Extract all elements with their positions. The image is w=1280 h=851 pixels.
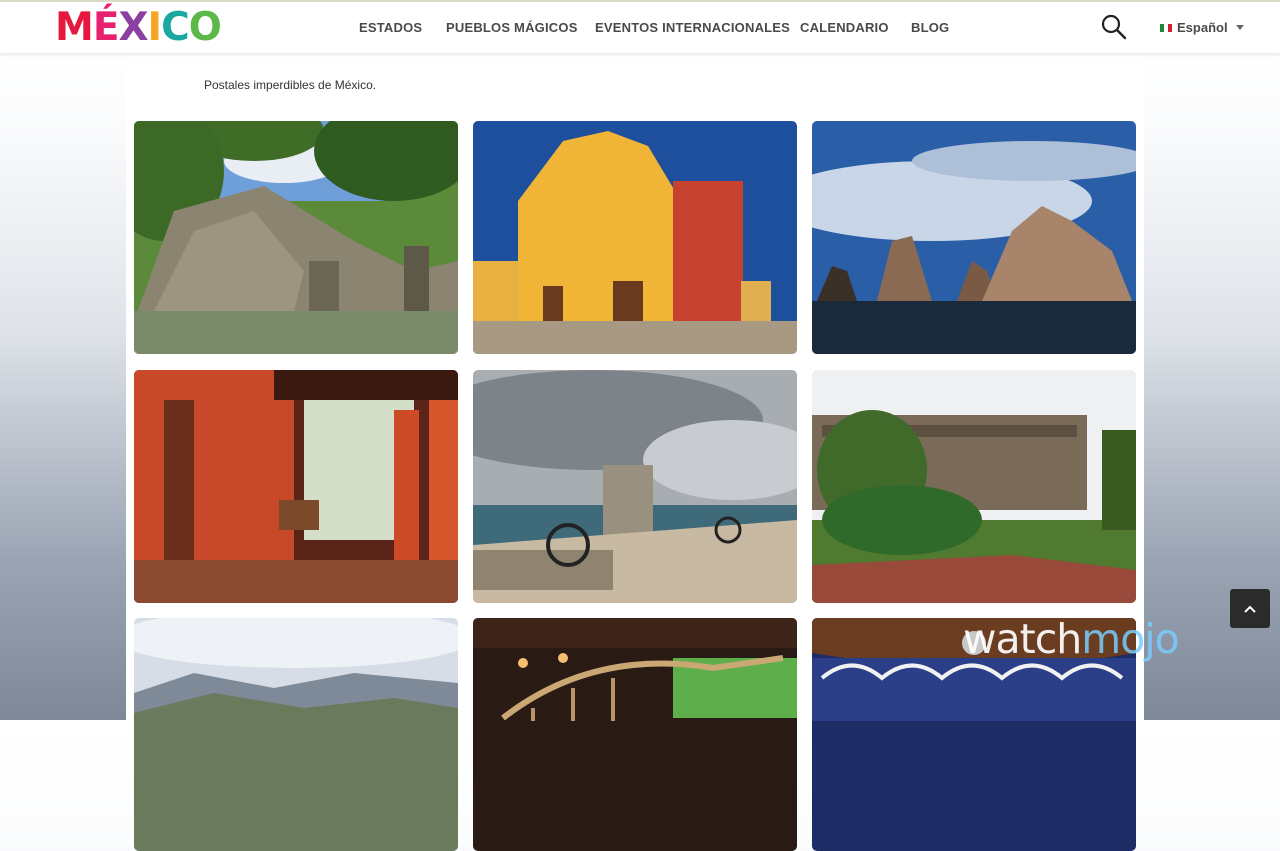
chevron-up-icon — [1244, 605, 1256, 613]
nav-calendario[interactable]: CALENDARIO — [800, 20, 889, 35]
mexico-flag-icon — [1160, 23, 1172, 32]
nav-estados[interactable]: ESTADOS — [359, 20, 422, 35]
search-icon[interactable] — [1100, 13, 1128, 41]
mexico-logo[interactable]: MÉXICO — [55, 5, 222, 50]
gallery-photo-dinosaur[interactable] — [473, 618, 797, 851]
gallery-photo-fort[interactable] — [473, 370, 797, 603]
gallery-photo-cathedral[interactable] — [473, 121, 797, 354]
gallery-photo-arch-rocks[interactable] — [812, 121, 1136, 354]
nav-blog[interactable]: BLOG — [911, 20, 949, 35]
logo-letter: C — [161, 5, 190, 50]
page-subtitle: Postales imperdibles de México. — [204, 78, 377, 92]
logo-letter: X — [118, 5, 148, 50]
gallery-photo-ruins[interactable] — [134, 121, 458, 354]
caret-down-icon — [1235, 25, 1244, 30]
gallery-photo-canyon[interactable] — [134, 618, 458, 851]
watchmojo-watermark: watchmojo — [963, 615, 1180, 663]
logo-letter: O — [188, 5, 222, 50]
back-to-top-button[interactable] — [1230, 589, 1270, 628]
logo-letter: M — [55, 5, 94, 50]
watermark-part2: mojo — [1081, 615, 1179, 663]
gallery-photo-castle[interactable] — [812, 370, 1136, 603]
watermark-part1: watch — [963, 615, 1082, 663]
nav-pueblos-magicos[interactable]: PUEBLOS MÁGICOS — [446, 20, 578, 35]
site-header: MÉXICO ESTADOS PUEBLOS MÁGICOS EVENTOS I… — [0, 0, 1280, 53]
logo-letter: É — [92, 5, 120, 50]
language-label: Español — [1177, 20, 1228, 35]
language-selector[interactable]: Español — [1160, 20, 1244, 35]
nav-eventos-internacionales[interactable]: EVENTOS INTERNACIONALES — [595, 20, 790, 35]
logo-letter: I — [147, 5, 162, 50]
gallery-photo-hacienda[interactable] — [134, 370, 458, 603]
